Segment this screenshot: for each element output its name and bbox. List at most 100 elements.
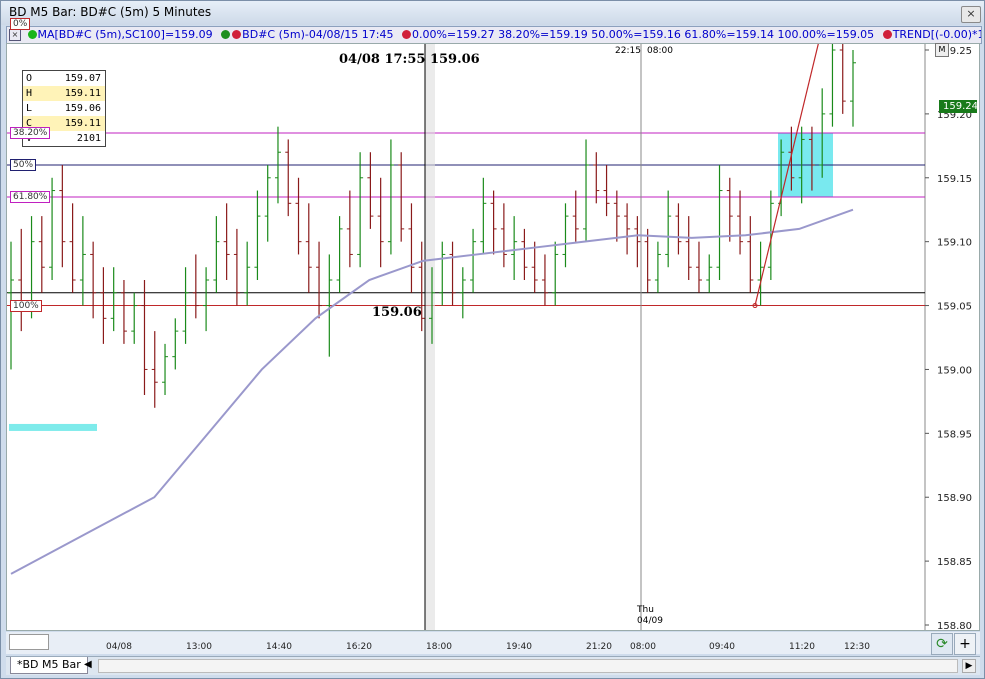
price-tick-label: 158.90: [937, 493, 972, 504]
maximize-pane-button[interactable]: M: [935, 43, 949, 57]
time-tick-label: 19:40: [506, 642, 532, 652]
time-tick-label: 21:20: [586, 642, 612, 652]
price-bar: [192, 254, 199, 319]
time-axis-bar: 04/08 13:00 14:40 16:20 18:00 19:40 21:20 08:00…: [6, 632, 980, 655]
day-divider-label: Thu 04/09: [637, 605, 663, 627]
ohlc-open-row: O 159.07: [23, 71, 105, 86]
price-bar: [223, 203, 230, 280]
time-tick-label: 04/08: [106, 642, 132, 652]
time-tick-label: 11:20: [789, 642, 815, 652]
price-bar: [593, 152, 600, 204]
price-bar: [829, 44, 836, 127]
close-button[interactable]: ×: [961, 6, 981, 23]
price-bar: [562, 203, 569, 268]
time-tick-label: 18:00: [426, 642, 452, 652]
crosshair-band: [425, 44, 435, 630]
study-color-icon: [27, 30, 37, 39]
price-bar: [439, 241, 446, 306]
price-bar: [613, 190, 620, 242]
price-bar: [737, 190, 744, 255]
price-bar: [470, 228, 477, 293]
price-bar: [295, 177, 302, 255]
price-bar: [285, 139, 292, 217]
chart-canvas[interactable]: 159.25159.20159.15159.10159.05159.00158.…: [7, 44, 979, 630]
price-bar: [644, 228, 651, 293]
price-bar: [90, 241, 97, 319]
highlight-zone: [9, 423, 97, 431]
price-bar: [377, 177, 384, 268]
chart-tab[interactable]: *BD M5 Bar: [10, 657, 88, 674]
price-bar: [162, 343, 169, 395]
title-bar[interactable]: BD M5 Bar: BD#C (5m) 5 Minutes ×: [1, 1, 984, 25]
price-tick-label: 158.80: [937, 621, 972, 630]
price-bar: [131, 292, 138, 344]
study-color-icon: [221, 30, 231, 39]
zoom-in-button[interactable]: +: [954, 633, 976, 655]
price-bar: [305, 203, 312, 293]
price-bar: [716, 165, 723, 280]
price-bar: [18, 228, 25, 332]
time-tick-label: 13:00: [186, 642, 212, 652]
price-bar: [449, 241, 456, 306]
price-bar: [726, 177, 733, 242]
scroll-left-icon[interactable]: ◀: [84, 659, 92, 670]
price-bar: [500, 203, 507, 268]
price-bar: [254, 190, 261, 280]
price-bar: [850, 50, 856, 127]
price-bar: [511, 216, 518, 280]
crosshair-price: 159.06: [372, 305, 422, 320]
price-bar: [706, 254, 713, 293]
price-bar: [357, 152, 364, 268]
price-bar: [685, 216, 692, 280]
price-bar: [541, 254, 548, 306]
session-time-label: 08:00: [647, 46, 673, 56]
price-bar: [552, 241, 559, 306]
fib-level-label: 100%: [10, 299, 42, 312]
study-item[interactable]: 0.00%=159.27 38.20%=159.19 50.00%=159.16…: [401, 27, 874, 42]
scroll-right-icon[interactable]: ▶: [962, 659, 976, 673]
price-bar: [316, 241, 323, 319]
time-scale-handle[interactable]: [9, 634, 49, 650]
price-bar: [624, 203, 631, 255]
ohlc-value: 159.07: [64, 73, 101, 84]
close-studies-icon[interactable]: ×: [9, 29, 21, 41]
price-bar: [747, 216, 754, 293]
horizontal-scrollbar[interactable]: [98, 659, 958, 673]
price-bar: [120, 280, 127, 344]
price-bar: [213, 216, 220, 293]
chart-tab-bar: *BD M5 Bar ◀ ▶: [6, 656, 980, 675]
price-bar: [572, 190, 579, 242]
fib-level-label: 50%: [10, 159, 37, 171]
study-color-icon: [232, 30, 242, 39]
crosshair-readout: 04/08 17:55 159.06: [339, 52, 480, 67]
fib-level-label: 38.20%: [10, 127, 51, 140]
price-chart[interactable]: 159.25 159.20 159.15 159.10 159.05 159.00 158.…: [6, 18, 980, 631]
study-color-icon: [401, 30, 411, 39]
price-bar: [603, 165, 610, 217]
fib-level-label: 0%: [10, 18, 31, 31]
price-bar: [172, 318, 179, 370]
study-item[interactable]: MA[BD#C (5m),SC100]=159.09: [27, 27, 213, 42]
ohlc-key: L: [26, 103, 33, 114]
price-bar: [480, 177, 487, 255]
price-bar: [767, 190, 774, 280]
study-item[interactable]: BD#C (5m)-04/08/15 17:45: [220, 27, 393, 42]
study-label: BD#C (5m)-04/08/15 17:45: [242, 28, 394, 41]
price-bar: [203, 267, 210, 332]
session-time-label: 22:15: [615, 46, 641, 56]
chart-window: BD M5 Bar: BD#C (5m) 5 Minutes × × MA[BD…: [0, 0, 985, 679]
price-bar: [244, 241, 251, 306]
price-bar: [264, 165, 271, 242]
price-bar: [521, 228, 528, 280]
study-label: MA[BD#C (5m),SC100]=159.09: [37, 28, 213, 41]
price-tick-label: 159.05: [937, 302, 972, 313]
price-bar: [675, 203, 682, 255]
last-price-tag: 159.24: [939, 100, 978, 113]
price-bar: [839, 44, 846, 114]
study-item[interactable]: TREND[(-0.00)*199 + 158.85]=158.: [882, 27, 981, 42]
ohlc-high-row: H 159.11: [23, 86, 105, 101]
price-bar: [583, 139, 590, 242]
refresh-zoom-button[interactable]: ⟳: [931, 633, 953, 655]
ohlc-key: O: [26, 73, 33, 84]
price-bar: [408, 203, 415, 293]
